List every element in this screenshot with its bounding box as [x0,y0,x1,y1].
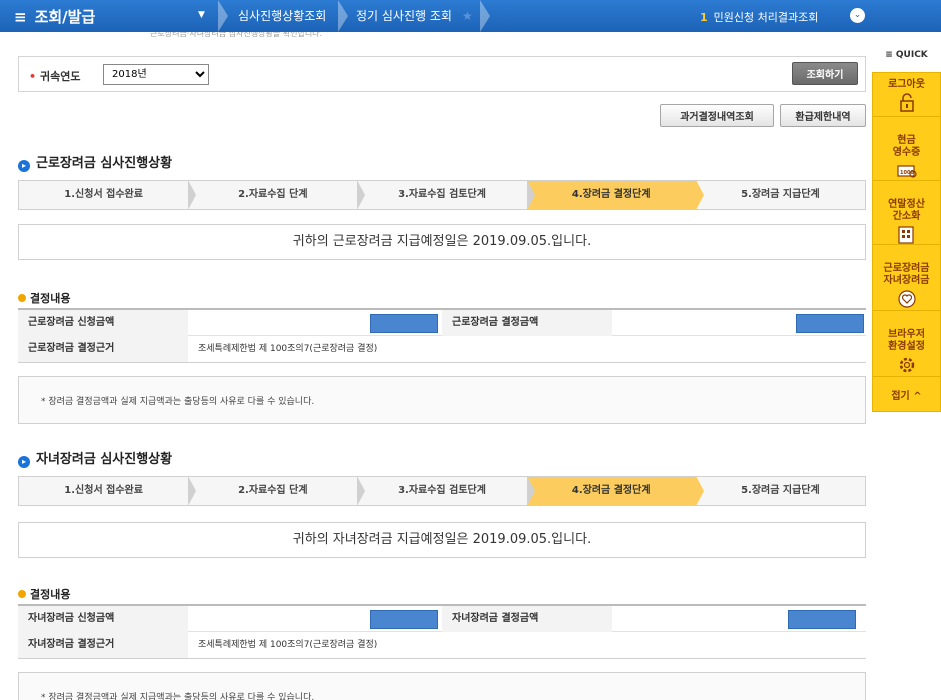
crumb-separator [338,0,348,32]
table-row: 근로장려금 신청금액 근로장려금 결정금액 [18,310,866,336]
result-title: 결정내용 [18,586,70,602]
lock-icon [899,93,914,112]
calculator-icon [897,226,914,244]
crumb-separator [218,0,228,32]
arrow-circle-icon: ▸ [18,160,30,172]
payment-date-notice: 귀하의 근로장려금 지급예정일은 2019.09.05.입니다. [18,224,866,260]
quick-header: ≡ QUICK [885,50,928,60]
chevron-up-icon: ^ [913,391,922,402]
quick-cash-receipt[interactable]: 현금 영수증 1000 [873,117,940,181]
top-nav: ≡ 조회/발급 ▼ 심사진행상황조회 정기 심사진행 조회 ★ 1 민원신청 처리결… [0,0,941,32]
result-table: 자녀장려금 신청금액 자녀장려금 결정금액 자녀장려금 결정근거 조세특례제한법… [18,604,866,659]
section-title: ▸ 자녀장려금 심사진행상황 [18,448,172,468]
step-active: 4.장려금 결정단계 [526,476,705,506]
masked-value [796,314,864,333]
step: 3.자료수집 검토단계 [357,476,535,506]
masked-value [788,610,856,629]
masked-value [370,314,438,333]
dot-icon [18,590,26,598]
table-row: 자녀장려금 결정근거 조세특례제한법 제 100조의7(근로장려금 결정) [18,632,866,658]
quick-menu: 로그아웃 현금 영수증 1000 연말정산 간소화 근로장려금 자녀장려금 브라… [872,72,941,412]
decision-basis-value: 조세특례제한법 제 100조의7(근로장려금 결정) [198,344,378,354]
payment-date-notice: 귀하의 자녀장려금 지급예정일은 2019.09.05.입니다. [18,522,866,558]
quick-year-end[interactable]: 연말정산 간소화 [873,181,940,245]
quick-browser-settings[interactable]: 브라우저 환경설정 [873,311,940,377]
menu-label: 조회/발급 [34,8,96,26]
hamburger-icon: ≡ [14,8,27,26]
result-title: 결정내용 [18,290,70,306]
gear-icon [899,357,914,373]
receipt-icon: 1000 [896,165,917,178]
past-decision-button[interactable]: 과거결정내역조회 [660,104,774,127]
progress-steps: 1.신청서 접수완료 2.자료수집 단계 3.자료수집 검토단계 4.장려금 결… [18,180,866,210]
year-label: • 귀속연도 [29,70,81,83]
decision-basis-value: 조세특례제한법 제 100조의7(근로장려금 결정) [198,640,378,650]
footnote: * 장려금 결정금액과 실제 지급액과는 출당등의 사유로 다를 수 있습니다. [18,672,866,700]
progress-steps: 1.신청서 접수완료 2.자료수집 단계 3.자료수집 검토단계 4.장려금 결… [18,476,866,506]
arrow-circle-icon: ▸ [18,456,30,468]
step: 2.자료수집 단계 [188,476,366,506]
step-active: 4.장려금 결정단계 [526,180,705,210]
quick-incentive[interactable]: 근로장려금 자녀장려금 [873,245,940,311]
menu-button[interactable]: ≡ 조회/발급 [14,6,95,27]
step: 3.자료수집 검토단계 [357,180,535,210]
dot-icon [18,294,26,302]
decision-amount-label: 자녀장려금 결정금액 [442,606,612,632]
step: 2.자료수집 단계 [188,180,366,210]
section-title: ▸ 근로장려금 심사진행상황 [18,152,172,172]
breadcrumb-item-1[interactable]: 심사진행상황조회 [238,0,326,32]
year-filter: • 귀속연도 2018년 [18,56,866,92]
civil-result-link[interactable]: 1 민원신청 처리결과조회 [700,9,818,25]
decision-basis-label: 자녀장려금 결정근거 [18,632,188,658]
heart-icon [897,290,916,308]
breadcrumb-item-2[interactable]: 정기 심사진행 조회 [356,0,452,32]
step: 1.신청서 접수완료 [19,180,197,210]
masked-value [370,610,438,629]
query-button[interactable]: 조회하기 [792,62,858,85]
decision-amount-label: 근로장려금 결정금액 [442,310,612,336]
year-select[interactable]: 2018년 [103,64,209,85]
chevron-down-icon[interactable]: ⌄ [850,8,865,23]
quick-fold-button[interactable]: 접기 ^ [873,377,940,402]
step: 5.장려금 지급단계 [741,189,820,200]
table-row: 근로장려금 결정근거 조세특례제한법 제 100조의7(근로장려금 결정) [18,336,866,362]
menu-dropdown-icon[interactable]: ▼ [198,10,205,20]
step: 5.장려금 지급단계 [741,485,820,496]
table-row: 자녀장려금 신청금액 자녀장려금 결정금액 [18,606,866,632]
apply-amount-label: 자녀장려금 신청금액 [18,606,188,632]
decision-basis-label: 근로장려금 결정근거 [18,336,188,362]
faint-header-text: 근로장려금·자녀장려금 심사진행상황을 확인합니다. [150,32,323,38]
footnote: * 장려금 결정금액과 실제 지급액과는 출당등의 사유로 다를 수 있습니다. [18,376,866,424]
crumb-separator [480,0,490,32]
quick-logout[interactable]: 로그아웃 [873,73,940,117]
refund-limit-button[interactable]: 환급제한내역 [780,104,866,127]
step: 1.신청서 접수완료 [19,476,197,506]
favorite-star-icon[interactable]: ★ [462,0,473,32]
apply-amount-label: 근로장려금 신청금액 [18,310,188,336]
result-table: 근로장려금 신청금액 근로장려금 결정금액 근로장려금 결정근거 조세특례제한법… [18,308,866,363]
